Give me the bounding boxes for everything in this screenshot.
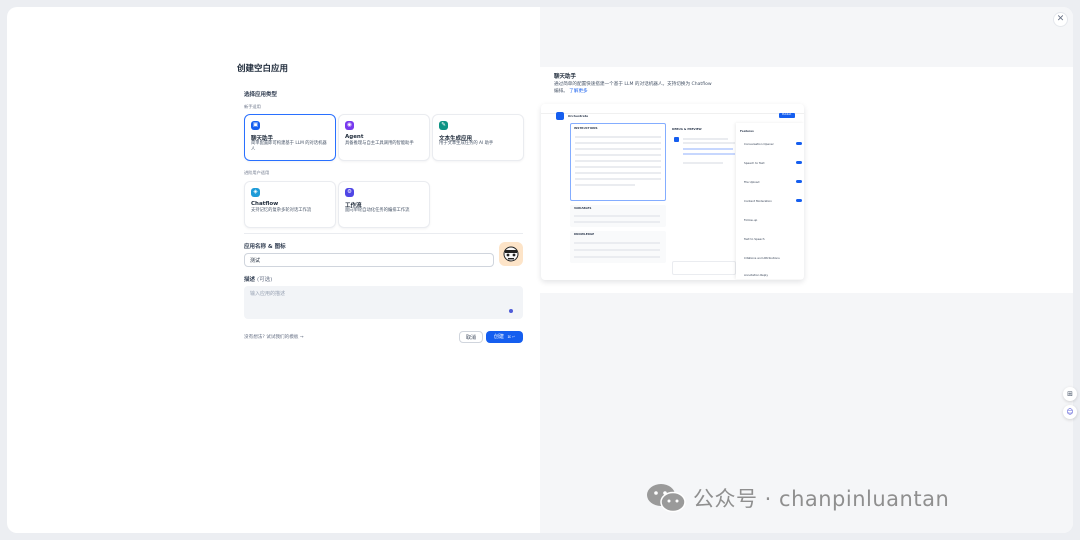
workflow-icon: ⚙ [345, 188, 354, 197]
app-type-card-text-generator[interactable]: ✎ 文本生成应用 用于文本生成任务的 AI 助手 [432, 114, 524, 161]
chatflow-icon: ◈ [251, 188, 260, 197]
description-label-text: 描述 [244, 277, 256, 283]
app-name-value: 测试 [250, 258, 261, 264]
assistant-bot-icon[interactable]: ☺ [1063, 405, 1077, 419]
card-description: 支持记忆的复杂多轮对话工作流 [251, 208, 312, 213]
app-type-card-workflow[interactable]: ⚙ 工作流 面向单轮自动化任务的编排工作流 [338, 181, 430, 228]
app-name-input[interactable]: 测试 [244, 253, 494, 267]
card-title: Chatflow [251, 201, 279, 207]
dialog-title: 创建空白应用 [237, 64, 289, 74]
preview-knowledge-label: KNOWLEDGE [574, 232, 595, 236]
robot-avatar-icon [503, 246, 519, 262]
create-shortcut: ⌘ ↵ [507, 335, 516, 339]
template-hint-link[interactable]: 没有想法? 试试我们的模板 → [244, 334, 304, 340]
app-name-label: 应用名称 & 图标 [244, 244, 286, 250]
preview-features-title: Features [740, 129, 754, 133]
preview-publish-button: Publish [779, 113, 795, 118]
preview-knowledge-box: KNOWLEDGE [570, 231, 666, 263]
feature-item: Follow-up [744, 218, 758, 222]
preview-screenshot: Orchestrate Publish INSTRUCTIONS VARIABL… [541, 104, 804, 280]
description-label: 描述 (可选) [244, 275, 272, 283]
grammar-dot-icon [509, 309, 513, 313]
app-type-heading: 选择应用类型 [244, 92, 278, 98]
feature-item: Annotation Reply [744, 273, 768, 277]
chat-bot-icon: ▣ [251, 121, 260, 130]
text-generator-icon: ✎ [439, 121, 448, 130]
create-button[interactable]: 创建 ⌘ ↵ [486, 331, 523, 343]
create-app-dialog: ✕ [7, 7, 1073, 533]
create-label: 创建 [493, 334, 504, 340]
app-type-card-agent[interactable]: ◉ Agent 具备推理与自主工具调用的智能助手 [338, 114, 430, 161]
cancel-button[interactable]: 取消 [459, 331, 483, 343]
preview-publish-label: Publish [782, 113, 792, 116]
advanced-label: 进阶用户适用 [244, 170, 270, 175]
preview-title: 聊天助手 [554, 74, 577, 80]
watermark: 公众号 · chanpinluantan [645, 480, 949, 516]
preview-variables-label: VARIABLES [574, 206, 592, 210]
watermark-text: 公众号 · chanpinluantan [693, 487, 950, 511]
close-icon[interactable]: ✕ [1053, 12, 1068, 27]
toggle-icon [796, 199, 802, 202]
preview-header [541, 104, 804, 114]
grid-icon[interactable]: ⊞ [1063, 387, 1077, 401]
wechat-icon [647, 484, 686, 513]
optional-tag: (可选) [256, 277, 273, 283]
toggle-icon [796, 142, 802, 145]
preview-app-name: Orchestrate [568, 114, 589, 118]
card-description: 用于文本生成任务的 AI 助手 [439, 141, 494, 146]
preview-instructions-label: INSTRUCTIONS [574, 126, 598, 130]
agent-icon: ◉ [345, 121, 354, 130]
card-description: 具备推理与自主工具调用的智能助手 [345, 141, 414, 146]
description-placeholder: 输入应用的描述 [250, 291, 286, 297]
beginner-label: 新手适用 [244, 104, 261, 109]
app-icon-picker[interactable] [499, 242, 523, 266]
preview-features-panel: Features Conversation Opener Speech to T… [736, 123, 804, 279]
learn-more-link[interactable]: 了解更多 [569, 89, 587, 94]
app-type-card-chatbot[interactable]: ▣ 聊天助手 简单配置即可构建基于 LLM 的对话机器人 [244, 114, 336, 161]
preview-app-icon [556, 112, 564, 120]
card-title: Agent [345, 134, 364, 140]
toggle-icon [796, 180, 802, 183]
preview-chat-input [672, 261, 736, 275]
preview-instructions-box: INSTRUCTIONS [570, 123, 666, 201]
preview-description: 通过简单的配置快速搭建一个基于 LLM 的对话机器人。支持切换为 Chatflo… [554, 81, 714, 95]
app-type-card-chatflow[interactable]: ◈ Chatflow 支持记忆的复杂多轮对话工作流 [244, 181, 336, 228]
description-textarea[interactable]: 输入应用的描述 [244, 286, 523, 319]
preview-bot-avatar [674, 137, 679, 142]
preview-variables-box: VARIABLES [570, 205, 666, 227]
toggle-icon [796, 161, 802, 164]
feature-item: Content Moderation [744, 199, 772, 203]
preview-debug-label: DEBUG & PREVIEW [672, 127, 702, 131]
feature-item: Speech to Text [744, 161, 765, 165]
section-divider [244, 233, 523, 234]
feature-item: Conversation Opener [744, 142, 774, 146]
feature-item: Text to Speech [744, 237, 765, 241]
feature-item: Citations and Attributions [744, 256, 780, 260]
feature-item: File Upload [744, 180, 760, 184]
card-description: 面向单轮自动化任务的编排工作流 [345, 208, 410, 213]
card-description: 简单配置即可构建基于 LLM 的对话机器人 [251, 141, 327, 152]
